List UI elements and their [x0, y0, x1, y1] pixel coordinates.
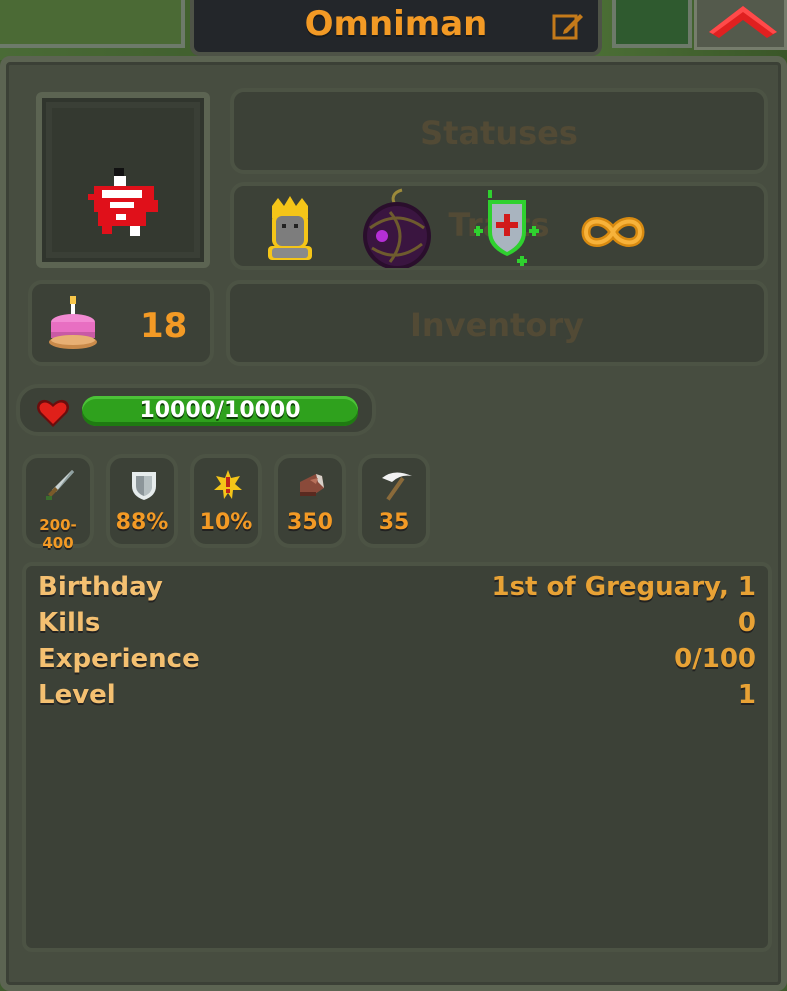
defense-stat: 88% — [106, 454, 178, 548]
collapse-button[interactable] — [694, 0, 787, 50]
inventory-button[interactable]: Inventory — [226, 280, 768, 366]
info-row-experience: Experience 0/100 — [38, 644, 756, 680]
inventory-label: Inventory — [410, 306, 584, 344]
info-label: Kills — [38, 608, 101, 638]
stat-value: 350 — [287, 510, 333, 535]
info-row-level: Level 1 — [38, 680, 756, 716]
shield-icon — [132, 472, 156, 500]
damage-stat: 200-400 — [22, 454, 94, 552]
info-label: Level — [38, 680, 116, 710]
sword-icon — [46, 470, 74, 500]
health-text: 10000/10000 — [139, 398, 301, 423]
character-name: Omniman — [304, 4, 488, 44]
health-box: 10000/10000 — [16, 384, 376, 436]
heart-icon — [37, 399, 69, 427]
health-bar: 10000/10000 — [82, 396, 358, 426]
info-box: Birthday 1st of Greguary, 1 Kills 0 Expe… — [22, 562, 772, 952]
map-tile — [612, 0, 692, 48]
golden-idol-icon[interactable] — [262, 196, 318, 262]
birthday-cake-icon — [49, 296, 97, 349]
crit-star-icon — [214, 470, 242, 499]
stat-value: 35 — [378, 510, 410, 535]
info-row-birthday: Birthday 1st of Greguary, 1 — [38, 572, 756, 608]
title-tab: Omniman — [190, 0, 602, 56]
age-box: 18 — [28, 280, 214, 366]
infinity-icon[interactable] — [578, 212, 648, 252]
crit-stat: 10% — [190, 454, 262, 548]
statuses-button[interactable]: Statuses — [230, 88, 768, 174]
traits-button[interactable]: Traits — [230, 182, 768, 270]
healing-shield-icon[interactable] — [474, 190, 540, 266]
stat-value: 88% — [115, 510, 169, 535]
info-value: 0/100 — [674, 644, 756, 674]
info-value: 0 — [737, 608, 756, 638]
info-value: 1st of Greguary, 1 — [491, 572, 756, 602]
speed-stat: 350 — [274, 454, 346, 548]
info-label: Experience — [38, 644, 200, 674]
boot-icon — [300, 474, 324, 496]
map-tile — [0, 0, 185, 48]
dark-orb-icon[interactable] — [360, 188, 434, 268]
character-portrait — [36, 92, 210, 268]
stat-value: 200-400 — [39, 516, 77, 552]
reap-stat: 35 — [358, 454, 430, 548]
info-row-kills: Kills 0 — [38, 608, 756, 644]
age-value: 18 — [140, 306, 188, 346]
statuses-label: Statuses — [420, 114, 578, 152]
stat-value: 10% — [199, 510, 253, 535]
edit-icon[interactable] — [552, 10, 584, 42]
character-sprite-icon — [88, 168, 158, 236]
chevron-up-icon — [709, 6, 777, 38]
info-value: 1 — [737, 680, 756, 710]
scythe-icon — [382, 472, 412, 501]
info-label: Birthday — [38, 572, 163, 602]
